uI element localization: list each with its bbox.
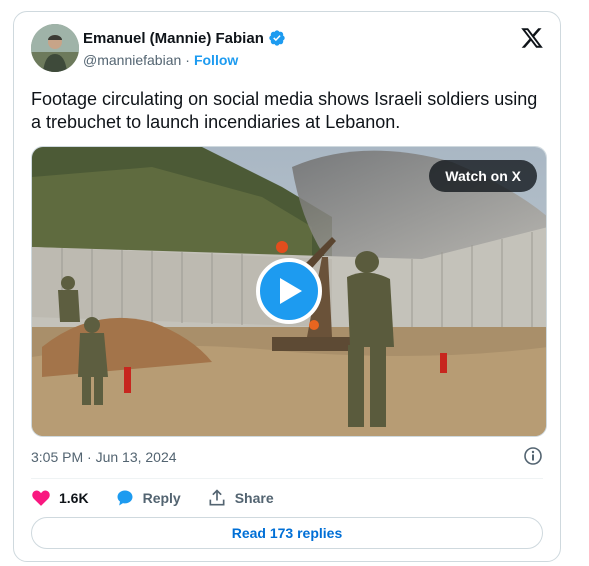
watch-on-x-button[interactable]: Watch on X: [429, 160, 537, 192]
x-logo-icon[interactable]: [520, 26, 544, 50]
like-button[interactable]: 1.6K: [31, 488, 89, 508]
handle-row: @manniefabian · Follow: [83, 52, 238, 68]
author-name[interactable]: Emanuel (Mannie) Fabian: [83, 30, 264, 47]
share-label: Share: [234, 490, 274, 506]
reply-bubble-icon: [117, 490, 133, 506]
verified-badge-icon: [268, 29, 286, 47]
info-icon[interactable]: [523, 446, 543, 466]
share-icon: [209, 489, 225, 506]
avatar[interactable]: [31, 24, 79, 72]
action-bar: 1.6K Reply Share: [31, 486, 274, 510]
reply-label: Reply: [142, 490, 181, 506]
avatar-image: [31, 24, 79, 72]
author-name-row: Emanuel (Mannie) Fabian: [83, 29, 286, 47]
divider: [31, 478, 543, 479]
play-icon: [280, 278, 302, 304]
like-count: 1.6K: [59, 490, 89, 506]
follow-button[interactable]: Follow: [194, 52, 238, 68]
play-button[interactable]: [256, 258, 322, 324]
author-handle[interactable]: @manniefabian: [83, 52, 181, 68]
tweet-card: Emanuel (Mannie) Fabian @manniefabian · …: [13, 11, 561, 562]
video-player[interactable]: Watch on X: [31, 146, 547, 437]
reply-button[interactable]: Reply: [115, 488, 181, 508]
read-replies-button[interactable]: Read 173 replies: [31, 517, 543, 549]
share-button[interactable]: Share: [207, 488, 274, 508]
tweet-timestamp[interactable]: 3:05 PM · Jun 13, 2024: [31, 449, 177, 465]
separator-dot: ·: [185, 52, 190, 68]
tweet-text: Footage circulating on social media show…: [31, 89, 538, 132]
heart-icon: [32, 490, 50, 506]
